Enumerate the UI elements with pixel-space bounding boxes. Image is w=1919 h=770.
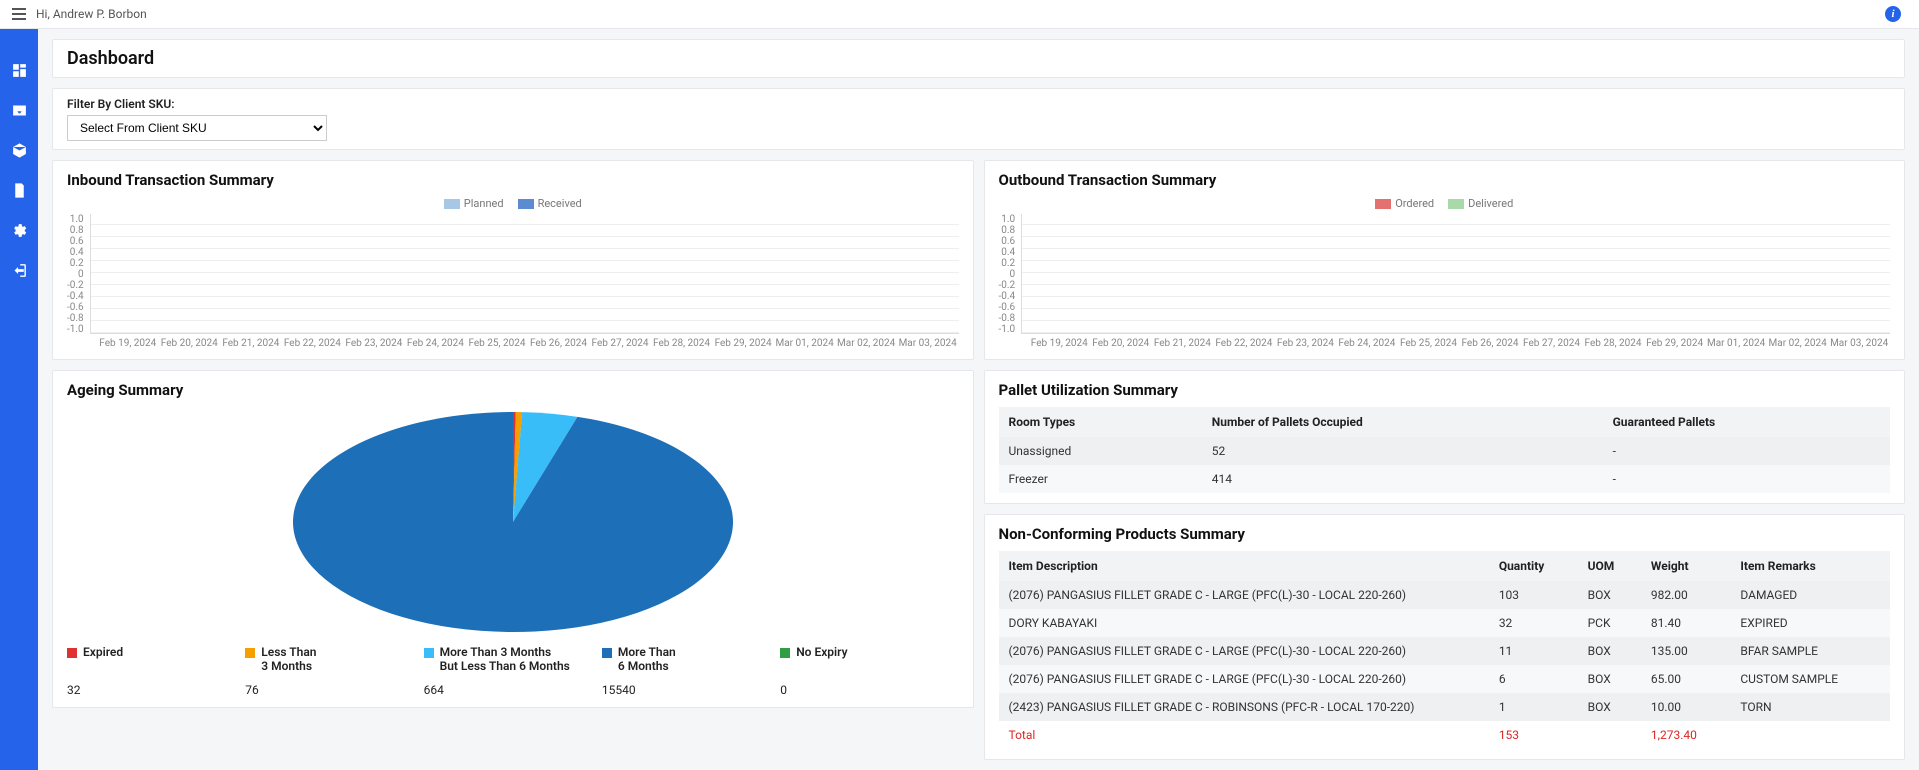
outbound-legend: Ordered Delivered	[999, 197, 1891, 210]
ageing-panel: Ageing Summary Expired32Less Than3 Month…	[52, 370, 974, 708]
color-swatch	[245, 648, 255, 658]
ageing-title: Ageing Summary	[67, 381, 959, 399]
pallet-col-room: Room Types	[999, 407, 1202, 437]
table-row: (2423) PANGASIUS FILLET GRADE C - ROBINS…	[999, 693, 1891, 721]
noncon-col-remarks: Item Remarks	[1730, 551, 1890, 581]
ageing-legend-item: No Expiry0	[780, 645, 958, 697]
ageing-legend-item: More Than 3 MonthsBut Less Than 6 Months…	[424, 645, 602, 697]
outbound-x-axis: Feb 19, 2024Feb 20, 2024Feb 21, 2024Feb …	[1029, 338, 1891, 349]
outbound-title: Outbound Transaction Summary	[999, 171, 1891, 189]
noncon-table: Item Description Quantity UOM Weight Ite…	[999, 551, 1891, 749]
inbound-plot	[90, 214, 959, 334]
table-row: DORY KABAYAKI32PCK81.40EXPIRED	[999, 609, 1891, 637]
inbound-x-axis: Feb 19, 2024Feb 20, 2024Feb 21, 2024Feb …	[97, 338, 959, 349]
ageing-legend-item: Less Than3 Months76	[245, 645, 423, 697]
client-sku-select[interactable]: Select From Client SKU	[67, 115, 327, 141]
noncon-col-weight: Weight	[1641, 551, 1730, 581]
info-icon[interactable]: i	[1885, 6, 1901, 22]
filter-label: Filter By Client SKU:	[67, 97, 1890, 111]
inbound-panel: Inbound Transaction Summary Planned Rece…	[52, 160, 974, 360]
ageing-legend: Expired32Less Than3 Months76More Than 3 …	[67, 645, 959, 697]
ageing-legend-item: More Than6 Months15540	[602, 645, 780, 697]
dashboard-icon[interactable]	[10, 61, 28, 79]
ordered-swatch	[1375, 199, 1391, 209]
total-row: Total1531,273.40	[999, 721, 1891, 749]
pallet-col-occupied: Number of Pallets Occupied	[1202, 407, 1603, 437]
ageing-legend-item: Expired32	[67, 645, 245, 697]
document-icon[interactable]	[10, 181, 28, 199]
color-swatch	[424, 648, 434, 658]
pallet-col-guaranteed: Guaranteed Pallets	[1603, 407, 1890, 437]
outbound-panel: Outbound Transaction Summary Ordered Del…	[984, 160, 1906, 360]
inbound-y-axis: 1.00.80.60.40.20-0.2-0.4-0.6-0.8-1.0	[67, 214, 90, 334]
planned-swatch	[444, 199, 460, 209]
menu-toggle-icon[interactable]	[12, 8, 26, 20]
noncon-col-desc: Item Description	[999, 551, 1489, 581]
greeting-text: Hi, Andrew P. Borbon	[36, 7, 147, 21]
color-swatch	[780, 648, 790, 658]
noncon-panel: Non-Conforming Products Summary Item Des…	[984, 514, 1906, 760]
settings-icon[interactable]	[10, 221, 28, 239]
page-title-bar: Dashboard	[52, 39, 1905, 78]
color-swatch	[67, 648, 77, 658]
pallet-panel: Pallet Utilization Summary Room Types Nu…	[984, 370, 1906, 504]
noncon-col-uom: UOM	[1578, 551, 1641, 581]
package-icon[interactable]	[10, 141, 28, 159]
page-title: Dashboard	[67, 48, 1890, 69]
inbound-title: Inbound Transaction Summary	[67, 171, 959, 189]
logout-icon[interactable]	[10, 261, 28, 279]
outbound-plot	[1021, 214, 1890, 334]
table-row: (2076) PANGASIUS FILLET GRADE C - LARGE …	[999, 581, 1891, 609]
filter-bar: Filter By Client SKU: Select From Client…	[52, 88, 1905, 150]
table-row: (2076) PANGASIUS FILLET GRADE C - LARGE …	[999, 637, 1891, 665]
topbar: Hi, Andrew P. Borbon i	[0, 0, 1919, 29]
pallet-title: Pallet Utilization Summary	[999, 381, 1891, 399]
table-row: Unassigned52-	[999, 437, 1891, 465]
table-row: (2076) PANGASIUS FILLET GRADE C - LARGE …	[999, 665, 1891, 693]
pallet-table: Room Types Number of Pallets Occupied Gu…	[999, 407, 1891, 493]
outbound-y-axis: 1.00.80.60.40.20-0.2-0.4-0.6-0.8-1.0	[999, 214, 1022, 334]
noncon-title: Non-Conforming Products Summary	[999, 525, 1891, 543]
ageing-pie-chart	[273, 407, 753, 637]
color-swatch	[602, 648, 612, 658]
received-swatch	[518, 199, 534, 209]
inbound-legend: Planned Received	[67, 197, 959, 210]
inbox-icon[interactable]	[10, 101, 28, 119]
delivered-swatch	[1448, 199, 1464, 209]
table-row: Freezer414-	[999, 465, 1891, 493]
sidebar	[0, 29, 38, 770]
noncon-col-qty: Quantity	[1489, 551, 1578, 581]
